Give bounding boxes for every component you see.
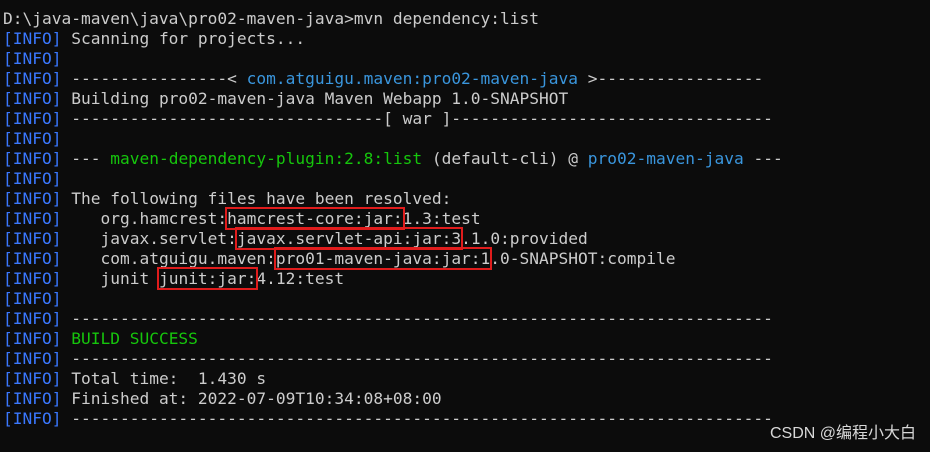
log-text: Scanning for projects... xyxy=(61,29,306,48)
log-line: [INFO] xyxy=(3,169,930,189)
info-tag: [INFO] xyxy=(3,89,62,108)
info-tag: [INFO] xyxy=(3,369,62,388)
terminal-window[interactable]: D:\java-maven\java\pro02-maven-java>mvn … xyxy=(0,0,930,452)
prompt: D:\java-maven\java\pro02-maven-java> xyxy=(3,9,354,28)
dep-version: 4.12:test xyxy=(256,269,345,288)
log-line: [INFO] ---------------------------------… xyxy=(3,309,930,329)
separator: --------------------------------[ war ]-… xyxy=(61,109,773,128)
log-line: [INFO] Scanning for projects... xyxy=(3,29,930,49)
info-tag: [INFO] xyxy=(3,389,62,408)
log-text: The following files have been resolved: xyxy=(61,189,452,208)
command: mvn dependency:list xyxy=(353,9,540,28)
log-text: --- xyxy=(61,149,111,168)
dep-group: junit xyxy=(61,269,159,288)
dep-highlight-box: javax.servlet-api:jar:3 xyxy=(234,227,464,250)
dep-highlight-box: pro01-maven-java:jar:1 xyxy=(273,247,493,270)
log-line: [INFO] Total time: 1.430 s xyxy=(3,369,930,389)
info-tag: [INFO] xyxy=(3,409,62,428)
info-tag: [INFO] xyxy=(3,229,62,248)
log-line: [INFO] Building pro02-maven-java Maven W… xyxy=(3,89,930,109)
watermark: CSDN @编程小大白 xyxy=(769,425,916,442)
dependency-line: [INFO] junit junit:jar:4.12:test xyxy=(3,267,930,290)
separator: ----------------------------------------… xyxy=(61,409,773,428)
log-line: [INFO] xyxy=(3,129,930,149)
log-line: [INFO] --------------------------------[… xyxy=(3,109,930,129)
command-line: D:\java-maven\java\pro02-maven-java>mvn … xyxy=(3,9,930,29)
info-tag: [INFO] xyxy=(3,349,62,368)
log-text: --- xyxy=(743,149,783,168)
log-line: [INFO] ---------------------------------… xyxy=(3,349,930,369)
dep-group: org.hamcrest: xyxy=(61,209,228,228)
info-tag: [INFO] xyxy=(3,309,62,328)
log-line: [INFO] ----------------< com.atguigu.mav… xyxy=(3,69,930,89)
info-tag: [INFO] xyxy=(3,329,62,348)
finished-at: Finished at: 2022-07-09T10:34:08+08:00 xyxy=(61,389,442,408)
info-tag: [INFO] xyxy=(3,129,62,148)
log-line: [INFO] xyxy=(3,49,930,69)
separator: ----------------< xyxy=(61,69,247,88)
log-line: [INFO] Finished at: 2022-07-09T10:34:08+… xyxy=(3,389,930,409)
info-tag: [INFO] xyxy=(3,249,62,268)
artifact-id: com.atguigu.maven:pro02-maven-java xyxy=(246,69,579,88)
log-text: Building pro02-maven-java Maven Webapp 1… xyxy=(61,89,569,108)
dep-version: 1.3:test xyxy=(402,209,481,228)
info-tag: [INFO] xyxy=(3,169,62,188)
separator: ----------------------------------------… xyxy=(61,349,773,368)
separator: >----------------- xyxy=(578,69,764,88)
total-time: Total time: 1.430 s xyxy=(61,369,267,388)
info-tag: [INFO] xyxy=(3,269,62,288)
dep-highlight-box: junit:jar: xyxy=(156,267,259,290)
log-line: [INFO] xyxy=(3,289,930,309)
dep-highlight-box: hamcrest-core:jar: xyxy=(225,207,405,230)
info-tag: [INFO] xyxy=(3,289,62,308)
dep-group: com.atguigu.maven: xyxy=(61,249,276,268)
plugin-name: maven-dependency-plugin:2.8:list xyxy=(110,149,423,168)
log-text: (default-cli) @ xyxy=(422,149,588,168)
log-line: [INFO] The following files have been res… xyxy=(3,189,930,209)
dep-group: javax.servlet: xyxy=(61,229,237,248)
dep-version: .0-SNAPSHOT:compile xyxy=(490,249,676,268)
build-status: BUILD SUCCESS xyxy=(71,329,198,348)
info-tag: [INFO] xyxy=(3,109,62,128)
dependency-line: [INFO] javax.servlet:javax.servlet-api:j… xyxy=(3,227,930,250)
info-tag: [INFO] xyxy=(3,49,62,68)
dependency-line: [INFO] com.atguigu.maven:pro01-maven-jav… xyxy=(3,247,930,270)
log-line: [INFO] --- maven-dependency-plugin:2.8:l… xyxy=(3,149,930,169)
plugin-project: pro02-maven-java xyxy=(587,149,744,168)
info-tag: [INFO] xyxy=(3,69,62,88)
log-line: [INFO] BUILD SUCCESS xyxy=(3,329,930,349)
info-tag: [INFO] xyxy=(3,209,62,228)
info-tag: [INFO] xyxy=(3,189,62,208)
info-tag: [INFO] xyxy=(3,149,62,168)
info-tag: [INFO] xyxy=(3,29,62,48)
dep-version: .1.0:provided xyxy=(461,229,588,248)
separator: ----------------------------------------… xyxy=(61,309,773,328)
dependency-line: [INFO] org.hamcrest:hamcrest-core:jar:1.… xyxy=(3,207,930,230)
